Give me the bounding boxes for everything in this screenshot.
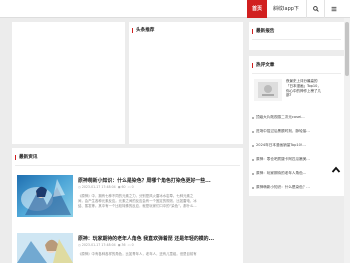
comment-icon: ▭ — [127, 243, 131, 247]
headline-panel: 头条推荐 — [129, 22, 243, 144]
eye-icon: ◉ — [117, 243, 121, 247]
latest-section-title: 最新资讯 — [15, 155, 37, 160]
article-thumbnail[interactable] — [17, 175, 73, 217]
section-divider — [252, 39, 341, 40]
back-to-top-button[interactable] — [331, 160, 341, 173]
comment-icon: ▭ — [127, 185, 131, 189]
clock-icon: ◷ — [78, 185, 81, 189]
nav-divider — [324, 0, 325, 18]
menu-icon[interactable] — [327, 0, 341, 18]
article-meta: ◷ 2023-01-17 17:48:04 ◉ 36 ▭ 0 — [78, 243, 134, 247]
nav-app-download-link[interactable]: 斜纹Iapp下载 — [271, 0, 301, 30]
section-divider — [252, 73, 341, 74]
article-excerpt: 《原神》中，拥有七种不同的元素之力，分别是风火雷冰水岩草。七种元素之 间，会产生… — [78, 194, 197, 208]
list-bullet — [252, 117, 254, 119]
list-bullet — [252, 173, 254, 175]
featured-article-title[interactable]: 夜景史上评分最高的 「日本漫画」Top10， 你心中的神作上榜了几 部? — [286, 79, 342, 98]
nav-home-link[interactable]: 首页 — [247, 0, 267, 18]
article-views: 36 — [121, 243, 126, 247]
top-navigation-bar: 首页 斜纹Iapp下载 — [0, 0, 350, 30]
article-date: 2023-01-17 17:48:04 — [81, 243, 116, 247]
hot-section-title: 热评文章 — [252, 63, 274, 68]
hot-list-item[interactable]: 进场中招过后黑额时刻，脉轮接... — [256, 129, 326, 134]
notice-section-title: 最新报告 — [252, 29, 274, 34]
chevron-up-icon — [331, 166, 341, 173]
article-meta: ◷ 2023-01-17 17:48:04 ◉ 60 ▭ 0 — [78, 185, 134, 189]
article-comments: 0 — [131, 185, 134, 189]
list-bullet — [252, 131, 254, 133]
article-excerpt: 《原神》中有各种各样的角色，比如青年人，老年人，还有儿童组。但是目前有 — [78, 252, 197, 256]
hot-list-item[interactable]: 2024年日本漫画销量Top10!... — [256, 143, 326, 148]
list-bullet — [252, 187, 254, 189]
hot-list-item[interactable]: 原神：零仓吧质疑卡阿匹瓜嫩美... — [256, 157, 326, 162]
nav-divider — [306, 0, 307, 18]
article-title[interactable]: 原神：玩家期待的老年人角色 我直欢弹着琵 还是年轻的模的... — [78, 235, 238, 242]
article-title[interactable]: 原神萌新小知识：什么是染色？周哪个角色打染色更好一些... — [78, 177, 238, 184]
featured-thumbnail[interactable] — [254, 79, 282, 101]
latest-news-panel: 最新资讯 原神萌新小知识：什么是染色？周哪个角色打染色更好一些... ◷ 202… — [12, 148, 243, 263]
article-comments: 0 — [131, 243, 134, 247]
headline-section-title: 头条推荐 — [132, 28, 154, 33]
hot-list-item[interactable]: 原神：玩家期待的老年人角色... — [256, 171, 326, 176]
article-date: 2023-01-17 17:48:04 — [81, 185, 116, 189]
search-icon[interactable] — [309, 0, 323, 18]
clock-icon: ◷ — [78, 243, 81, 247]
section-divider — [15, 165, 240, 166]
notice-panel: 最新报告 — [249, 22, 344, 50]
article-views: 60 — [121, 185, 126, 189]
scrollbar-thumb[interactable] — [345, 22, 349, 76]
article-thumbnail[interactable] — [17, 233, 73, 263]
list-bullet — [252, 145, 254, 147]
eye-icon: ◉ — [117, 185, 121, 189]
banner-slider[interactable] — [12, 22, 125, 144]
hot-list-item[interactable]: 原神萌新小知识：什么是染色？... — [256, 185, 326, 190]
hot-list-item[interactable]: 顶级大片既视感二次元cosei... — [256, 115, 326, 120]
list-bullet — [252, 159, 254, 161]
